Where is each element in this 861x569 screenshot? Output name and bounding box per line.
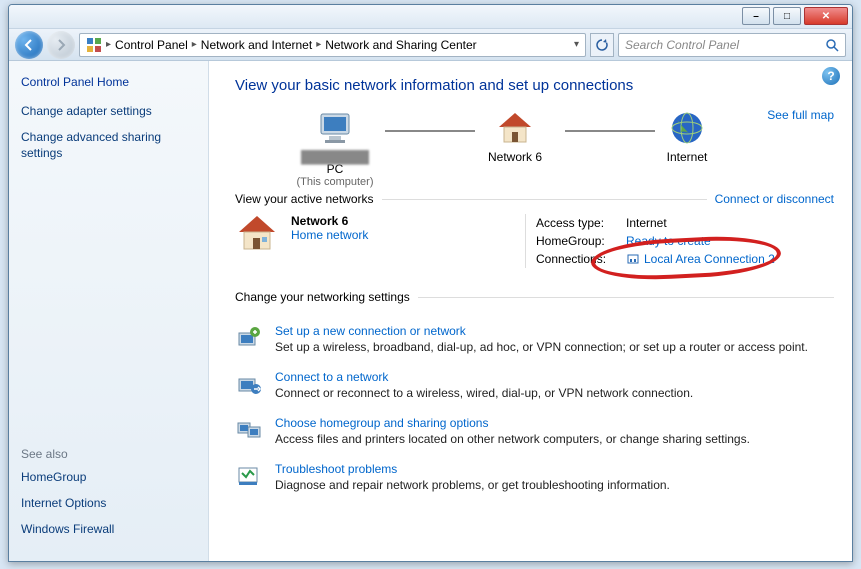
network-house-icon (235, 214, 279, 252)
title-bar: – □ ✕ (9, 5, 852, 29)
control-panel-icon (86, 37, 102, 53)
network-sharing-window: – □ ✕ ▸ Control Panel ▸ Network and Inte… (8, 4, 853, 562)
back-button[interactable] (15, 31, 43, 59)
see-full-map-link[interactable]: See full map (767, 108, 834, 122)
map-node-this-pc[interactable]: ████████ PC (This computer) (275, 108, 395, 188)
setting-connect-network: Connect to a network Connect or reconnec… (235, 370, 834, 400)
setup-connection-desc: Set up a wireless, broadband, dial-up, a… (275, 340, 808, 354)
search-box[interactable]: Search Control Panel (618, 33, 846, 57)
content-pane: ? View your basic network information an… (209, 61, 852, 561)
globe-icon (627, 108, 747, 148)
ethernet-icon (626, 252, 640, 266)
network-map: See full map ████████ PC (This computer) (235, 108, 834, 186)
homegroup-sharing-link[interactable]: Choose homegroup and sharing options (275, 416, 488, 430)
see-also-label: See also (21, 447, 196, 461)
sidebar-windows-firewall[interactable]: Windows Firewall (21, 521, 196, 537)
troubleshoot-icon (235, 462, 263, 490)
this-computer-label: (This computer) (275, 176, 395, 188)
forward-button[interactable] (47, 31, 75, 59)
minimize-button[interactable]: – (742, 7, 770, 25)
active-networks-header: View your active networks (235, 192, 374, 206)
sidebar-homegroup[interactable]: HomeGroup (21, 469, 196, 485)
setup-connection-icon (235, 324, 263, 352)
connect-disconnect-link[interactable]: Connect or disconnect (715, 192, 834, 206)
map-node-internet[interactable]: Internet (627, 108, 747, 164)
breadcrumb-sep: ▸ (106, 39, 111, 50)
breadcrumb-network-internet[interactable]: Network and Internet (201, 38, 312, 52)
setting-troubleshoot: Troubleshoot problems Diagnose and repai… (235, 462, 834, 492)
connect-network-icon (235, 370, 263, 398)
page-title: View your basic network information and … (235, 77, 834, 94)
troubleshoot-desc: Diagnose and repair network problems, or… (275, 478, 670, 492)
sidebar-internet-options[interactable]: Internet Options (21, 495, 196, 511)
dropdown-icon[interactable]: ▾ (574, 39, 579, 50)
settings-header: Change your networking settings (235, 290, 410, 304)
network-properties: Access type: Internet HomeGroup: Ready t… (536, 214, 775, 268)
homegroup-sharing-desc: Access files and printers located on oth… (275, 432, 750, 446)
troubleshoot-link[interactable]: Troubleshoot problems (275, 462, 397, 476)
navigation-bar: ▸ Control Panel ▸ Network and Internet ▸… (9, 29, 852, 61)
search-icon (825, 38, 839, 52)
sidebar-change-advanced-sharing[interactable]: Change advanced sharing settings (21, 129, 196, 161)
close-button[interactable]: ✕ (804, 7, 848, 25)
sidebar: Control Panel Home Change adapter settin… (9, 61, 209, 561)
maximize-button[interactable]: □ (773, 7, 801, 25)
homegroup-icon (235, 416, 263, 444)
setting-homegroup-sharing: Choose homegroup and sharing options Acc… (235, 416, 834, 446)
computer-icon (275, 108, 395, 148)
help-icon[interactable]: ? (822, 67, 840, 85)
search-placeholder: Search Control Panel (625, 38, 739, 52)
connection-link[interactable]: Local Area Connection 2 (644, 250, 775, 268)
breadcrumb-sharing-center[interactable]: Network and Sharing Center (325, 38, 476, 52)
network-name: Network 6 (291, 214, 368, 228)
map-node-network[interactable]: Network 6 (455, 108, 575, 164)
setting-setup-connection: Set up a new connection or network Set u… (235, 324, 834, 354)
breadcrumb-sep: ▸ (316, 39, 321, 50)
homegroup-link[interactable]: Ready to create (626, 232, 711, 250)
breadcrumb-sep: ▸ (192, 39, 197, 50)
control-panel-home-link[interactable]: Control Panel Home (21, 75, 196, 89)
connections-label: Connections: (536, 250, 626, 268)
setup-connection-link[interactable]: Set up a new connection or network (275, 324, 466, 338)
connect-network-desc: Connect or reconnect to a wireless, wire… (275, 386, 693, 400)
breadcrumb-control-panel[interactable]: Control Panel (115, 38, 188, 52)
homegroup-label: HomeGroup: (536, 232, 626, 250)
refresh-button[interactable] (590, 33, 614, 57)
access-type-value: Internet (626, 214, 667, 232)
sidebar-change-adapter[interactable]: Change adapter settings (21, 103, 196, 119)
connect-network-link[interactable]: Connect to a network (275, 370, 388, 384)
address-bar[interactable]: ▸ Control Panel ▸ Network and Internet ▸… (79, 33, 586, 57)
access-type-label: Access type: (536, 214, 626, 232)
network-type-link[interactable]: Home network (291, 228, 368, 242)
house-icon (455, 108, 575, 148)
